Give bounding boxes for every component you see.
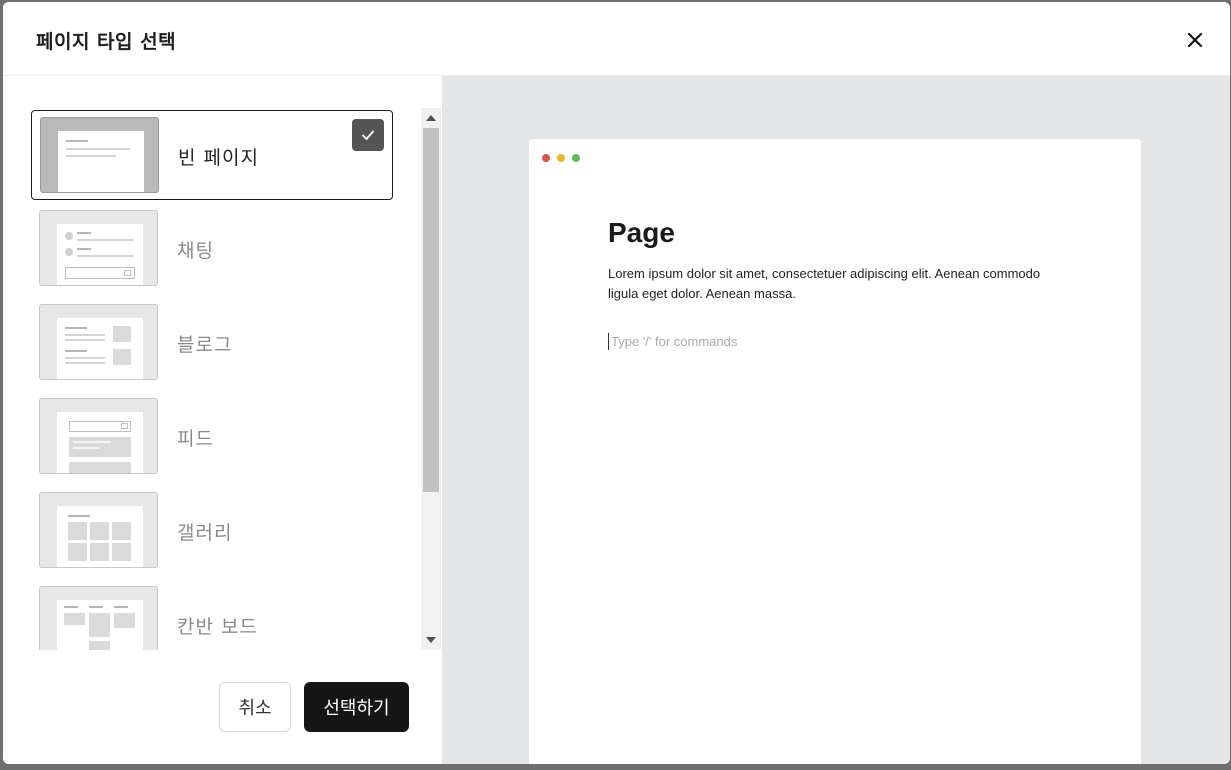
template-thumbnail [39, 492, 158, 568]
check-icon [362, 130, 374, 140]
preview-window: Page Lorem ipsum dolor sit amet, consect… [529, 139, 1141, 764]
preview-panel: Page Lorem ipsum dolor sit amet, consect… [442, 76, 1230, 764]
template-item-kanban[interactable]: 칸반 보드 [31, 580, 393, 650]
template-label: 피드 [177, 428, 214, 450]
select-button[interactable]: 선택하기 [304, 682, 409, 732]
template-list-panel: 빈 페이지 채팅 블로그 피드 갤러리 칸반 보드 취소 선택하기 [3, 76, 441, 764]
template-list: 빈 페이지 채팅 블로그 피드 갤러리 칸반 보드 [3, 108, 421, 650]
preview-command-input: Type '/' for commands [608, 333, 737, 350]
template-item-gallery[interactable]: 갤러리 [31, 486, 393, 576]
template-thumbnail [40, 117, 159, 193]
template-label: 칸반 보드 [177, 616, 258, 638]
template-list-scrollbar[interactable] [421, 108, 441, 650]
scrollbar-thumb[interactable] [423, 128, 439, 492]
scroll-up-arrow-icon[interactable] [426, 115, 436, 121]
window-close-dot-icon [542, 154, 550, 162]
close-icon [1187, 32, 1203, 48]
template-item-blank-page[interactable]: 빈 페이지 [31, 110, 393, 200]
template-thumbnail [39, 210, 158, 286]
cancel-button[interactable]: 취소 [219, 682, 291, 732]
preview-body-text: Lorem ipsum dolor sit amet, consectetuer… [608, 266, 1041, 301]
template-label: 블로그 [177, 334, 233, 356]
selected-check-badge [352, 119, 384, 151]
template-item-chat[interactable]: 채팅 [31, 204, 393, 294]
window-minimize-dot-icon [557, 154, 565, 162]
template-item-blog[interactable]: 블로그 [31, 298, 393, 388]
template-thumbnail [39, 304, 158, 380]
dialog-title: 페이지 타입 선택 [36, 31, 177, 53]
template-label: 갤러리 [177, 522, 233, 544]
scroll-down-arrow-icon[interactable] [426, 637, 436, 643]
template-thumbnail [39, 586, 158, 650]
dialog-header: 페이지 타입 선택 [3, 2, 1230, 76]
template-label: 채팅 [177, 240, 214, 262]
page-type-dialog: 페이지 타입 선택 빈 페이지 채팅 블로그 피드 갤러리 칸반 보드 취소 선… [3, 2, 1230, 764]
template-thumbnail [39, 398, 158, 474]
preview-page-title: Page [608, 217, 675, 248]
close-button[interactable] [1182, 27, 1208, 53]
template-item-feed[interactable]: 피드 [31, 392, 393, 482]
template-label: 빈 페이지 [178, 147, 259, 169]
window-maximize-dot-icon [572, 154, 580, 162]
